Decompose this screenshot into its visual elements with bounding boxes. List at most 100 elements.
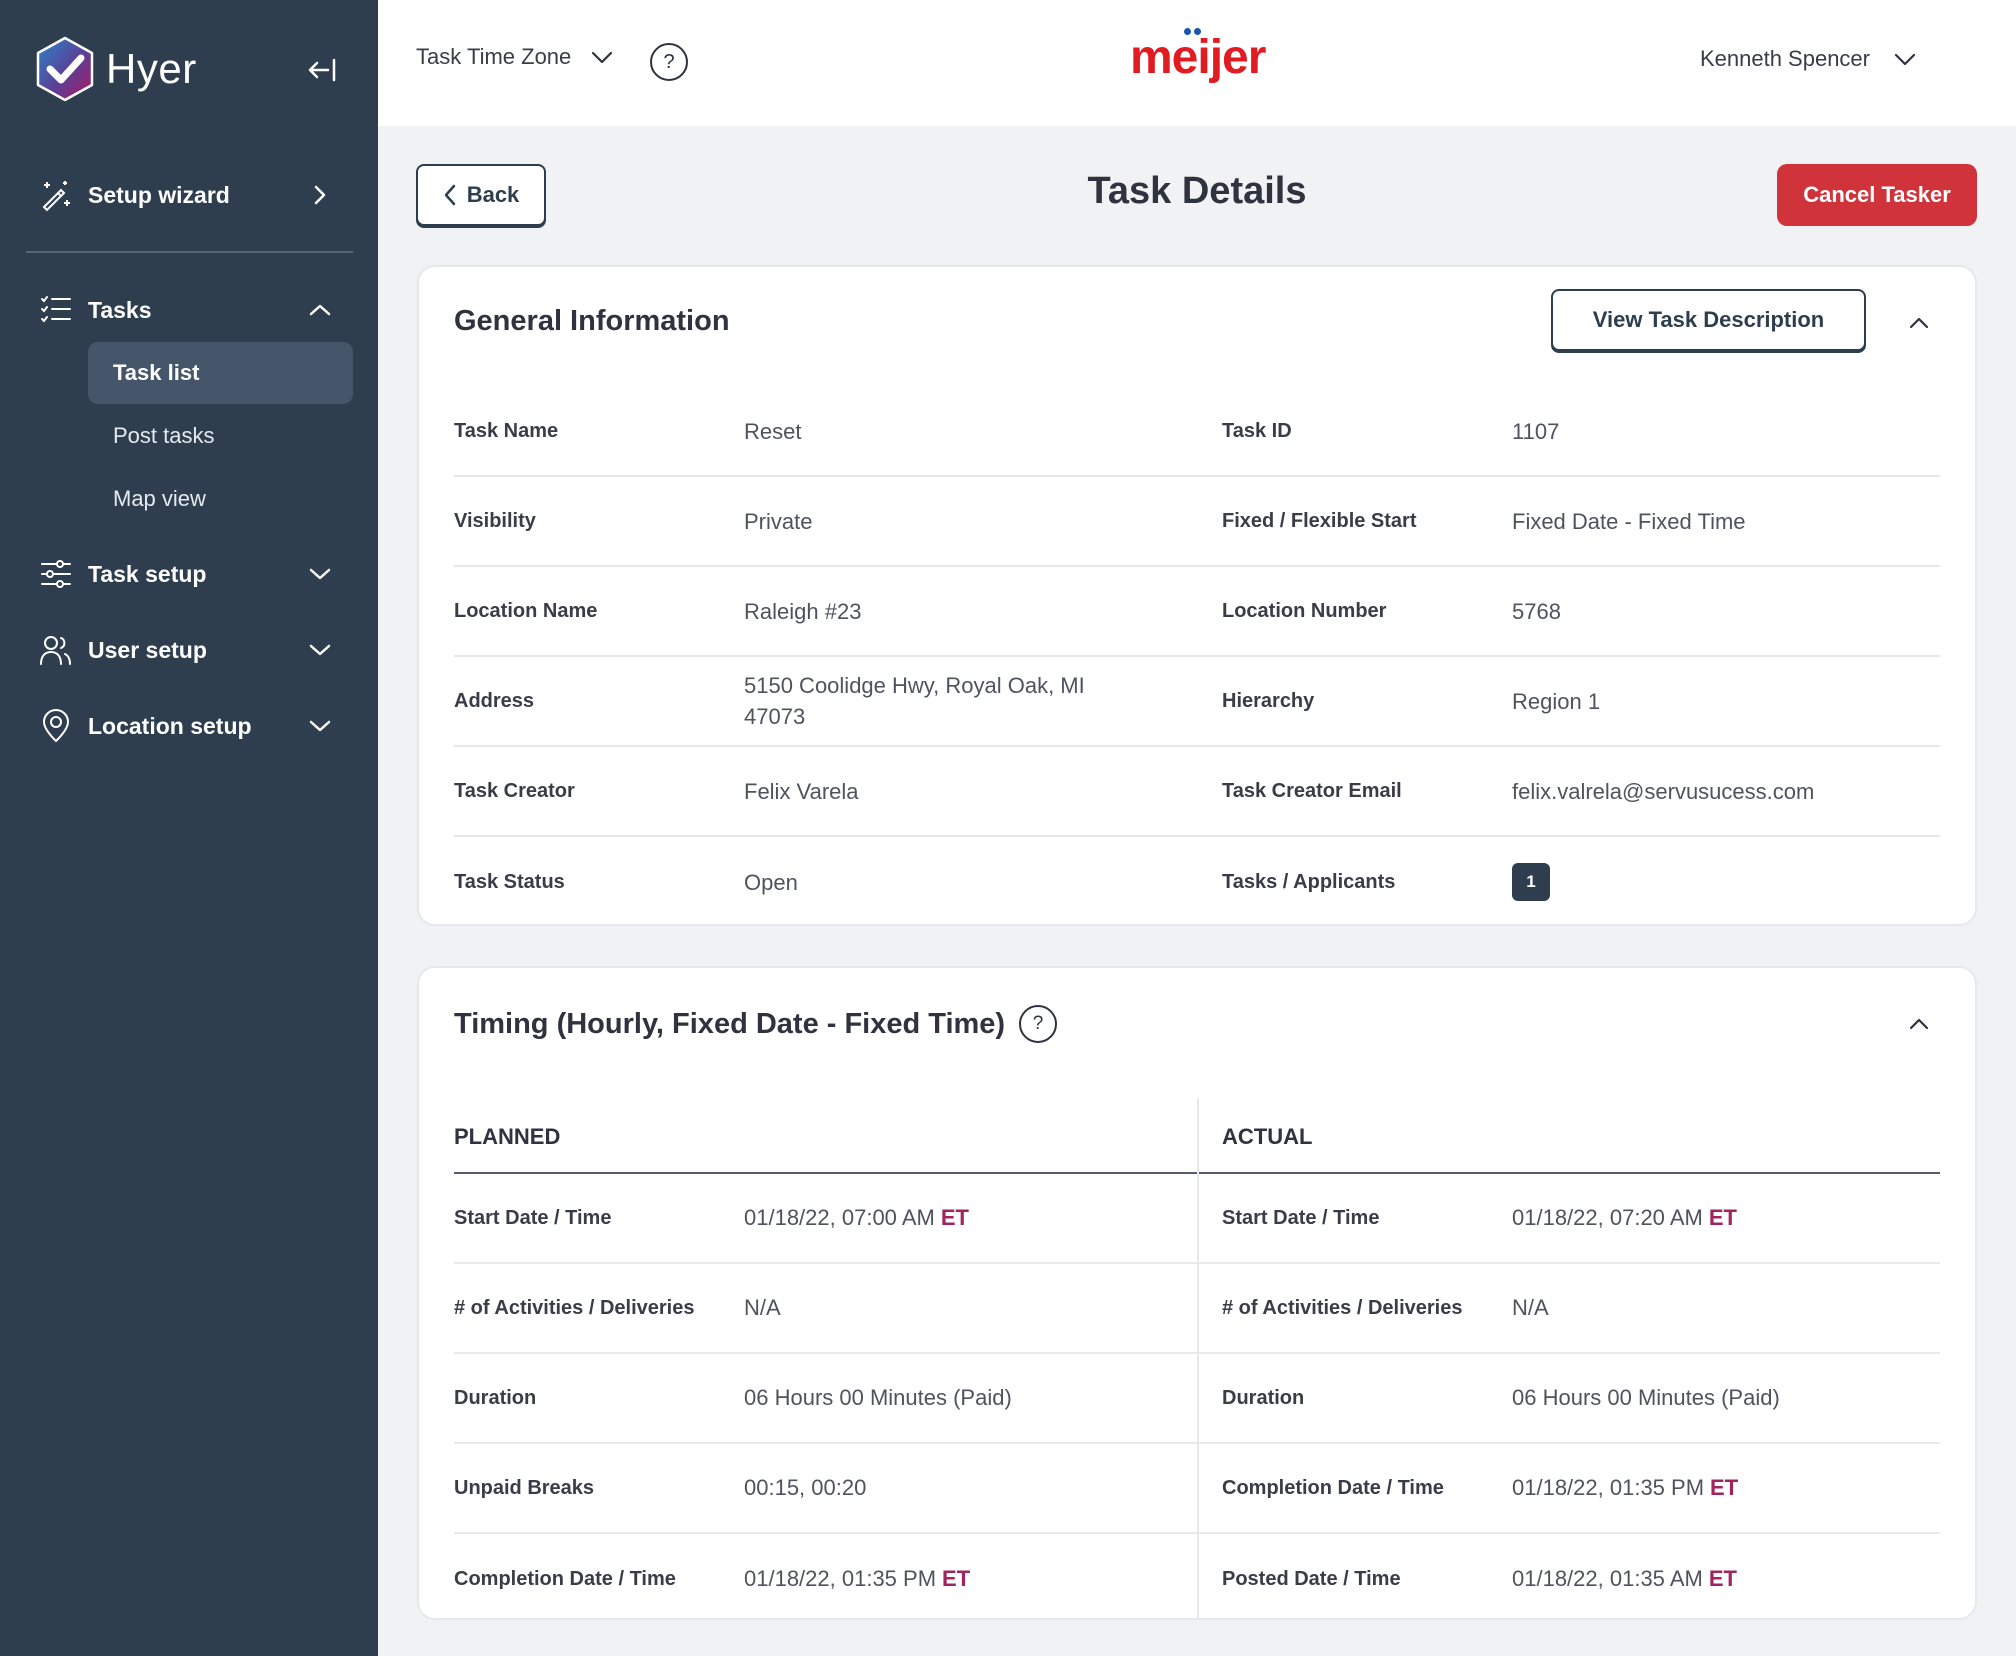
page-title: Task Details [1087, 170, 1307, 212]
start-type-value: Fixed Date - Fixed Time [1512, 508, 1746, 534]
task-creator-email-value: felix.valrela@servusucess.com [1512, 778, 1815, 804]
info-label: Task Creator Email [1222, 779, 1402, 802]
timing-row: Start Date / Time 01/18/22, 07:20 AM ET [1199, 1174, 1940, 1264]
info-cell-task-status: Task Status Open [454, 867, 1222, 898]
timing-label: Duration [454, 1386, 537, 1409]
sidebar-item-label: Location setup [88, 712, 252, 739]
timing-value: 01/18/22, 01:35 PM ET [1512, 1475, 1739, 1500]
timing-label: # of Activities / Deliveries [1222, 1296, 1463, 1319]
sidebar-item-task-setup[interactable]: Task setup [38, 546, 348, 602]
applicants-count-badge[interactable]: 1 [1512, 863, 1550, 901]
timing-label: Start Date / Time [454, 1206, 612, 1229]
collapse-left-icon [308, 58, 336, 82]
info-label: Fixed / Flexible Start [1222, 509, 1417, 532]
location-pin-icon [38, 708, 74, 744]
task-id-value: 1107 [1512, 418, 1560, 444]
help-icon[interactable]: ? [650, 43, 688, 81]
help-icon[interactable]: ? [1019, 1005, 1058, 1043]
info-cell-start-type: Fixed / Flexible Start Fixed Date - Fixe… [1222, 506, 1940, 537]
task-creator-value: Felix Varela [744, 778, 859, 804]
timezone-tag: ET [940, 1205, 969, 1230]
chevron-up-icon [1909, 1018, 1929, 1030]
sidebar-divider [26, 251, 353, 253]
timing-table: PLANNED Start Date / Time 01/18/22, 07:0… [454, 1098, 1940, 1620]
timing-value: 01/18/22, 01:35 AM ET [1512, 1566, 1737, 1591]
collapse-sidebar-button[interactable] [302, 50, 342, 90]
sidebar-item-tasks[interactable]: Tasks [38, 282, 348, 338]
info-cell-task-creator-email: Task Creator Email felix.valrela@servusu… [1222, 776, 1940, 807]
timezone-tag: ET [1708, 1566, 1737, 1591]
timezone-tag: ET [1708, 1205, 1737, 1230]
user-name: Kenneth Spencer [1699, 46, 1870, 71]
top-bar: Task Time Zone ? meijer Kenneth Spencer [378, 0, 2016, 126]
task-status-value: Open [744, 869, 798, 895]
location-number-value: 5768 [1512, 598, 1561, 624]
info-row: Visibility Private Fixed / Flexible Star… [454, 477, 1940, 567]
client-logo: meijer [1130, 31, 1266, 84]
sidebar: Hyer Setup wizard Tasks Task list Post t… [0, 0, 378, 1656]
collapse-general-button[interactable] [1899, 303, 1939, 343]
sidebar-item-user-setup[interactable]: User setup [38, 622, 348, 678]
timing-row: Duration 06 Hours 00 Minutes (Paid) [454, 1354, 1197, 1444]
timing-row: Completion Date / Time 01/18/22, 01:35 P… [454, 1534, 1197, 1624]
timezone-tag: ET [1710, 1475, 1739, 1500]
sidebar-item-setup-wizard[interactable]: Setup wizard [38, 167, 348, 223]
info-label: Task Creator [454, 779, 575, 802]
timing-label: Posted Date / Time [1222, 1567, 1401, 1590]
actual-column: ACTUAL Start Date / Time 01/18/22, 07:20… [1199, 1098, 1940, 1624]
info-cell-tasks-applicants: Tasks / Applicants 1 [1222, 863, 1940, 901]
sidebar-subitem-map-view[interactable]: Map view [88, 468, 353, 530]
visibility-value: Private [744, 508, 813, 534]
brand-name: Hyer [106, 45, 197, 92]
planned-heading: PLANNED [454, 1098, 1197, 1174]
info-label: Task Status [454, 870, 565, 893]
timing-value: N/A [744, 1295, 781, 1320]
chevron-up-icon [1909, 317, 1929, 329]
timing-label: Unpaid Breaks [454, 1476, 595, 1499]
timing-row: Completion Date / Time 01/18/22, 01:35 P… [1199, 1444, 1940, 1534]
chevron-down-icon [309, 644, 331, 656]
timing-row: Start Date / Time 01/18/22, 07:00 AM ET [454, 1174, 1197, 1264]
info-row: Task Status Open Tasks / Applicants 1 [454, 837, 1940, 927]
hierarchy-value: Region 1 [1512, 688, 1601, 714]
info-cell-task-name: Task Name Reset [454, 416, 1222, 447]
timing-row: # of Activities / Deliveries N/A [1199, 1264, 1940, 1354]
info-cell-location-number: Location Number 5768 [1222, 596, 1940, 627]
sidebar-subitem-task-list[interactable]: Task list [88, 342, 353, 404]
checklist-icon [38, 292, 74, 328]
sidebar-subitem-post-tasks[interactable]: Post tasks [88, 405, 353, 467]
info-label: Location Name [454, 599, 598, 622]
timing-value: 01/18/22, 07:20 AM ET [1512, 1205, 1737, 1230]
info-cell-visibility: Visibility Private [454, 506, 1222, 537]
timing-title-wrap: Timing (Hourly, Fixed Date - Fixed Time)… [454, 1005, 1058, 1043]
info-cell-address: Address 5150 Coolidge Hwy, Royal Oak, MI… [454, 670, 1222, 732]
view-task-description-button[interactable]: View Task Description [1551, 289, 1866, 351]
chevron-down-icon [1894, 53, 1916, 66]
info-label: Task Name [454, 419, 559, 442]
client-logo-dots [1184, 28, 1201, 35]
timing-title: Timing (Hourly, Fixed Date - Fixed Time) [454, 1007, 1006, 1040]
info-row: Task Creator Felix Varela Task Creator E… [454, 747, 1940, 837]
chevron-right-icon [314, 185, 326, 205]
timing-label: # of Activities / Deliveries [454, 1296, 695, 1319]
info-label: Hierarchy [1222, 689, 1315, 712]
timing-value: 01/18/22, 01:35 PM ET [744, 1566, 971, 1591]
info-label: Location Number [1222, 599, 1387, 622]
sidebar-item-label: User setup [88, 636, 207, 663]
sidebar-item-location-setup[interactable]: Location setup [38, 698, 348, 754]
task-time-zone-dropdown[interactable]: Task Time Zone [416, 44, 615, 70]
timing-value: 06 Hours 00 Minutes (Paid) [744, 1385, 1012, 1410]
hyer-logo-icon [36, 36, 94, 102]
sidebar-item-label: Tasks [88, 296, 152, 323]
user-menu[interactable]: Kenneth Spencer [1700, 46, 1918, 72]
info-label: Address [454, 689, 535, 712]
chevron-down-icon [309, 568, 331, 580]
timing-card: Timing (Hourly, Fixed Date - Fixed Time)… [417, 966, 1977, 1620]
magic-wand-icon [38, 177, 74, 213]
info-cell-task-id: Task ID 1107 [1222, 416, 1940, 447]
planned-column: PLANNED Start Date / Time 01/18/22, 07:0… [454, 1098, 1197, 1624]
timing-value: N/A [1512, 1295, 1549, 1320]
cancel-tasker-button[interactable]: Cancel Tasker [1777, 164, 1977, 226]
sidebar-item-label: Setup wizard [88, 181, 230, 208]
collapse-timing-button[interactable] [1899, 1004, 1939, 1044]
